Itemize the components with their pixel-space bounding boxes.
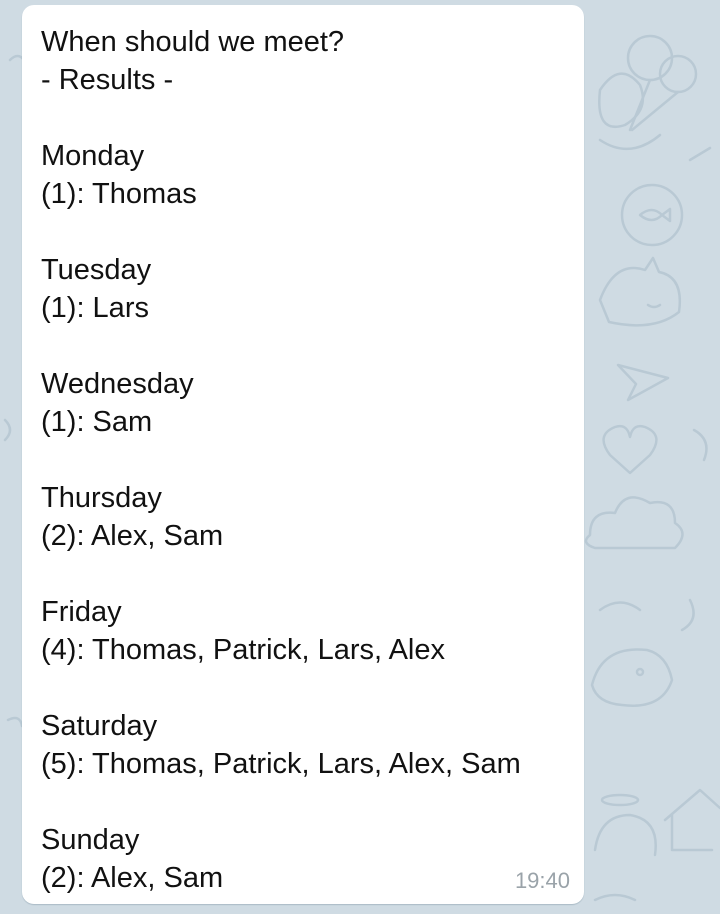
day-result: (5): Thomas, Patrick, Lars, Alex, Sam [41,748,521,780]
day-label: Sunday [41,824,140,856]
line-break [41,327,584,365]
cat-icon [598,72,662,151]
line-break [41,669,584,707]
house-icon [663,788,720,852]
day-result: (2): Alex, Sam [41,862,224,894]
day-result: (1): Lars [41,292,149,324]
line-break [41,99,584,137]
day-label: Monday [41,140,145,172]
day-label: Friday [41,596,122,628]
squiggle-decoration [593,893,637,902]
day-label: Tuesday [41,254,152,286]
angel-cat-icon [593,793,657,857]
day-result: (1): Thomas [41,178,197,210]
line-break [41,441,584,479]
line-break [41,213,584,251]
poll-title: When should we meet? [41,26,345,58]
cat-icon [598,256,682,327]
message-bubble[interactable]: When should we meet? - Results - Monday … [22,5,584,904]
day-label: Saturday [41,710,158,742]
fish-icon [620,183,684,247]
cloud-icon [584,496,684,550]
squiggle-decoration [688,146,712,462]
day-label: Wednesday [41,368,194,400]
paper-plane-icon [616,363,670,402]
day-result: (1): Sam [41,406,153,438]
line-break [41,555,584,593]
day-result: (2): Alex, Sam [41,520,224,552]
line-break [41,783,584,821]
poll-subtitle: - Results - [41,64,174,96]
day-label: Thursday [41,482,162,514]
dog-icon [590,648,674,707]
day-result: (4): Thomas, Patrick, Lars, Alex [41,634,445,666]
squiggle-decoration [598,598,695,632]
heart-icon [602,424,658,475]
message-timestamp: 19:40 [514,868,570,893]
